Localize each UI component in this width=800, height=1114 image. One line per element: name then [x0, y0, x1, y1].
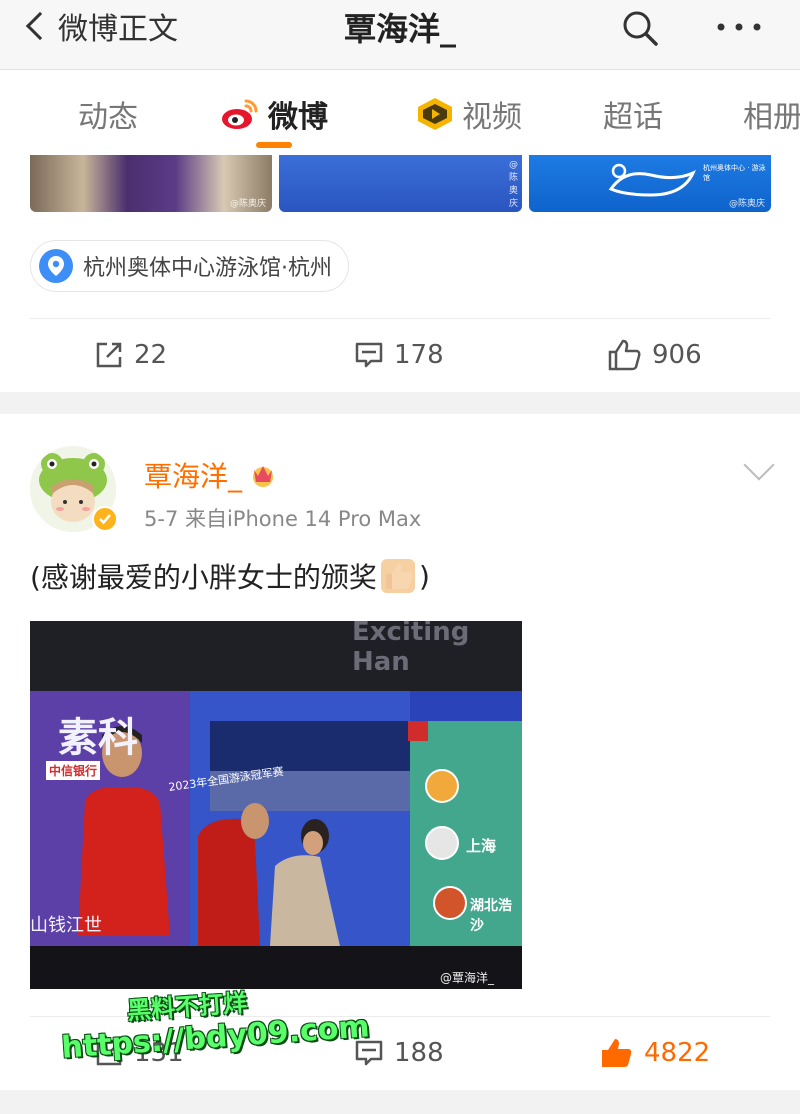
image-top-text: Exciting Han	[352, 621, 470, 677]
thumbs-up-filled-icon	[602, 1039, 632, 1067]
tab-label: 微博	[268, 100, 328, 135]
tab-label: 超话	[603, 100, 663, 135]
top-bar: 微博正文 覃海洋_	[0, 0, 800, 70]
divider	[30, 318, 770, 319]
venue-logo-icon	[608, 163, 697, 197]
tab-label: 相册	[743, 100, 800, 135]
repost-icon	[96, 342, 122, 368]
repost-count: 22	[134, 340, 168, 370]
search-icon[interactable]	[620, 8, 660, 48]
thumbs-up-icon	[608, 339, 641, 371]
image-side-text: 山钱江世	[30, 915, 102, 936]
tab-label: 动态	[78, 100, 138, 135]
post-text: (感谢最爱的小胖女士的颁奖 )	[30, 556, 430, 596]
like-count: 906	[652, 340, 702, 370]
image-watermark: @覃海洋_	[440, 971, 495, 985]
crown-badge-icon	[253, 466, 274, 487]
post-actions: 22 178 906	[0, 320, 800, 390]
tab-video[interactable]: 视频	[416, 92, 522, 136]
active-tab-indicator	[256, 142, 292, 148]
more-icon[interactable]	[714, 12, 764, 42]
location-pin-icon	[39, 249, 73, 283]
image-watermark: @陈奥庆	[230, 199, 267, 209]
venue-banner-text: 杭州奥体中心 · 游泳馆	[703, 164, 766, 182]
like-count: 4822	[644, 1038, 711, 1068]
video-icon	[418, 98, 452, 130]
tab-album[interactable]: 相册	[743, 92, 800, 136]
chevron-down-icon[interactable]	[743, 449, 775, 481]
feed-separator	[0, 1090, 800, 1114]
post-meta: 5-7 来自iPhone 14 Pro Max	[144, 507, 422, 531]
image-bank-text: 中信银行	[46, 761, 101, 780]
location-chip[interactable]: 杭州奥体中心游泳馆·杭州	[30, 240, 349, 292]
profile-tabs: 动态 微博 视频 超话 相册	[0, 70, 800, 154]
medal-label-2: 上海	[466, 837, 497, 855]
post-image-thumb[interactable]: @陈奥庆	[30, 155, 272, 212]
post-image-thumb[interactable]: @陈奥庆	[279, 155, 522, 212]
post-image-strip: @陈奥庆 @陈奥庆 杭州奥体中心 · 游泳馆 @陈奥庆	[0, 155, 800, 213]
feed-separator	[0, 392, 800, 414]
post-text-body: (感谢最爱的小胖女士的颁奖	[30, 561, 377, 594]
post-text-end: )	[418, 559, 430, 593]
like-button[interactable]: 4822	[600, 1018, 710, 1088]
comment-icon	[355, 342, 383, 368]
comment-count: 178	[394, 340, 444, 370]
like-button[interactable]: 906	[608, 320, 702, 390]
post-image-thumb[interactable]: 杭州奥体中心 · 游泳馆 @陈奥庆	[529, 155, 771, 212]
comment-count: 188	[394, 1038, 444, 1068]
image-watermark: @陈奥庆	[729, 199, 766, 209]
repost-button[interactable]: 22	[94, 320, 167, 390]
verified-badge-icon	[92, 506, 118, 532]
tab-super-topic[interactable]: 超话	[603, 92, 663, 136]
image-watermark: @陈奥庆	[509, 160, 519, 209]
image-board-text: 素科	[58, 715, 138, 761]
tab-dynamics[interactable]: 动态	[78, 92, 138, 136]
medal-label-3: 湖北浩沙	[470, 898, 512, 934]
page-title: 覃海洋_	[343, 10, 456, 48]
tab-label: 视频	[462, 100, 522, 135]
weibo-logo-icon	[222, 99, 258, 129]
tab-weibo[interactable]: 微博	[220, 92, 328, 136]
thumbs-up-emoji-icon	[380, 559, 415, 593]
post-image[interactable]: Exciting Han 素科 中信银行 2023年全国游泳冠军赛 山钱江世 上…	[30, 621, 522, 989]
location-text: 杭州奥体中心游泳馆·杭州	[83, 256, 332, 281]
username: 覃海洋_	[144, 460, 243, 493]
comment-button[interactable]: 178	[354, 320, 444, 390]
username-link[interactable]: 覃海洋_	[144, 455, 278, 495]
